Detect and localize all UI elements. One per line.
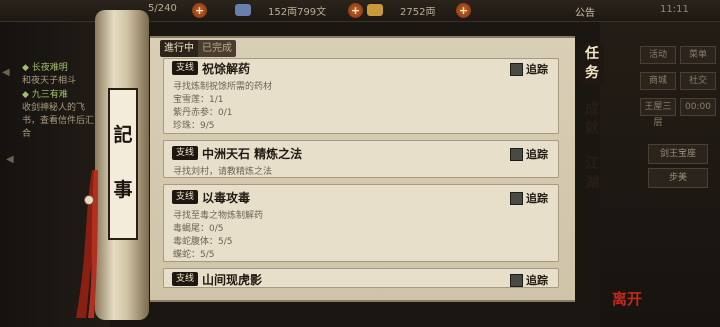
add-gold-button[interactable]: +	[456, 3, 471, 18]
quest-card[interactable]: 支线 以毒攻毒 追踪 寻找至毒之物炼制解药 毒蝎尾：0/5 毒蛇腹体：5/5 蝶…	[163, 184, 559, 262]
timer-button[interactable]: 00:00	[680, 98, 716, 116]
left-item-desc: 和夜天子相斗	[22, 76, 77, 86]
track-checkbox[interactable]	[510, 273, 523, 287]
track-label: 追踪	[526, 274, 548, 287]
track-toggle[interactable]: 追踪	[510, 190, 548, 206]
quest-line: 珍珠：9/5	[173, 121, 215, 131]
walk-button[interactable]: 步美	[648, 168, 708, 188]
quest-line: 寻找刘村，请教精炼之法	[173, 167, 273, 177]
quest-line: 寻找至毒之物炼制解药	[173, 211, 264, 221]
quest-type-badge: 支线	[172, 190, 198, 204]
right-menu-panel: 活动 菜单 商城 社交 王屋三层 00:00 剑王宝座 步美	[600, 22, 720, 327]
quest-line: 毒蛇腹体：5/5	[173, 237, 233, 247]
silver-value: 152両799文	[268, 7, 327, 18]
tassel-bead	[84, 195, 94, 205]
quest-line: 寻找炼制祝馀所需的药材	[173, 82, 273, 92]
tab-tasks[interactable]: 任务	[580, 42, 604, 86]
quest-status-tabs: 進行中 已完成	[160, 40, 236, 57]
clock-text: 11:11	[660, 4, 689, 15]
gold-value: 2752両	[400, 7, 436, 18]
shop-button[interactable]: 商城	[640, 72, 676, 90]
sword-throne-button[interactable]: 剑王宝座	[648, 144, 708, 164]
social-button[interactable]: 社交	[680, 72, 716, 90]
quest-title: 祝馀解药	[202, 62, 251, 76]
energy-value: 5/240	[148, 3, 177, 14]
level-button[interactable]: 王屋三层	[640, 98, 676, 128]
track-label: 追踪	[526, 63, 548, 76]
quest-title: 中洲天石 精炼之法	[202, 147, 303, 161]
scroll-title-char: 事	[113, 179, 133, 201]
quest-card[interactable]: 支线 中洲天石 精炼之法 追踪 寻找刘村，请教精炼之法	[163, 140, 559, 178]
tab-achievements[interactable]: 成就	[580, 98, 604, 142]
track-label: 追踪	[526, 192, 548, 205]
track-toggle[interactable]: 追踪	[510, 61, 548, 77]
left-item-desc: 收剑神秘人的飞书，查看信件后汇合	[22, 103, 95, 139]
silver-icon	[235, 4, 251, 16]
quest-card[interactable]: 支线 山间现虎影 追踪	[163, 268, 559, 288]
quest-line: 毒蝎尾：0/5	[173, 224, 224, 234]
track-toggle[interactable]: 追踪	[510, 146, 548, 162]
tab-completed[interactable]: 已完成	[198, 40, 236, 57]
activity-button[interactable]: 活动	[640, 46, 676, 64]
chevron-left-icon[interactable]: ◀	[6, 154, 14, 165]
tassel-decoration	[76, 170, 98, 318]
track-toggle[interactable]: 追踪	[510, 272, 548, 287]
gold-icon	[367, 4, 383, 16]
collapse-left-icon[interactable]: ◀	[2, 67, 10, 78]
menu-button[interactable]: 菜单	[680, 46, 716, 64]
quest-type-badge: 支线	[172, 146, 198, 160]
track-label: 追踪	[526, 148, 548, 161]
track-checkbox[interactable]	[510, 191, 523, 205]
quest-title: 以毒攻毒	[202, 191, 251, 205]
add-silver-button[interactable]: +	[348, 3, 363, 18]
scroll-title-char: 記	[113, 124, 133, 146]
track-checkbox[interactable]	[510, 147, 523, 161]
quest-type-badge: 支线	[172, 61, 198, 75]
track-checkbox[interactable]	[510, 62, 523, 76]
left-item-title[interactable]: ◆ 九三有难	[22, 89, 68, 102]
quest-type-badge: 支线	[172, 272, 198, 286]
exit-seal-button[interactable]: 离开	[612, 288, 642, 309]
add-energy-button[interactable]: +	[192, 3, 207, 18]
tab-in-progress[interactable]: 進行中	[160, 40, 198, 57]
quest-title: 山间现虎影	[202, 273, 263, 287]
quest-line: 蝶蛇：5/5	[173, 250, 215, 260]
quest-line: 宝雪莲：1/1	[173, 95, 224, 105]
scroll-title-panel: 記 事	[108, 88, 138, 240]
announcement-button[interactable]: 公告	[575, 4, 595, 19]
tab-jianghu[interactable]: 江湖	[580, 152, 604, 196]
quest-line: 紫丹赤参：0/1	[173, 108, 233, 118]
left-item-title[interactable]: ◆ 长夜难明	[22, 62, 68, 75]
quest-card[interactable]: 支线 祝馀解药 追踪 寻找炼制祝馀所需的药材 宝雪莲：1/1 紫丹赤参：0/1 …	[163, 58, 559, 134]
